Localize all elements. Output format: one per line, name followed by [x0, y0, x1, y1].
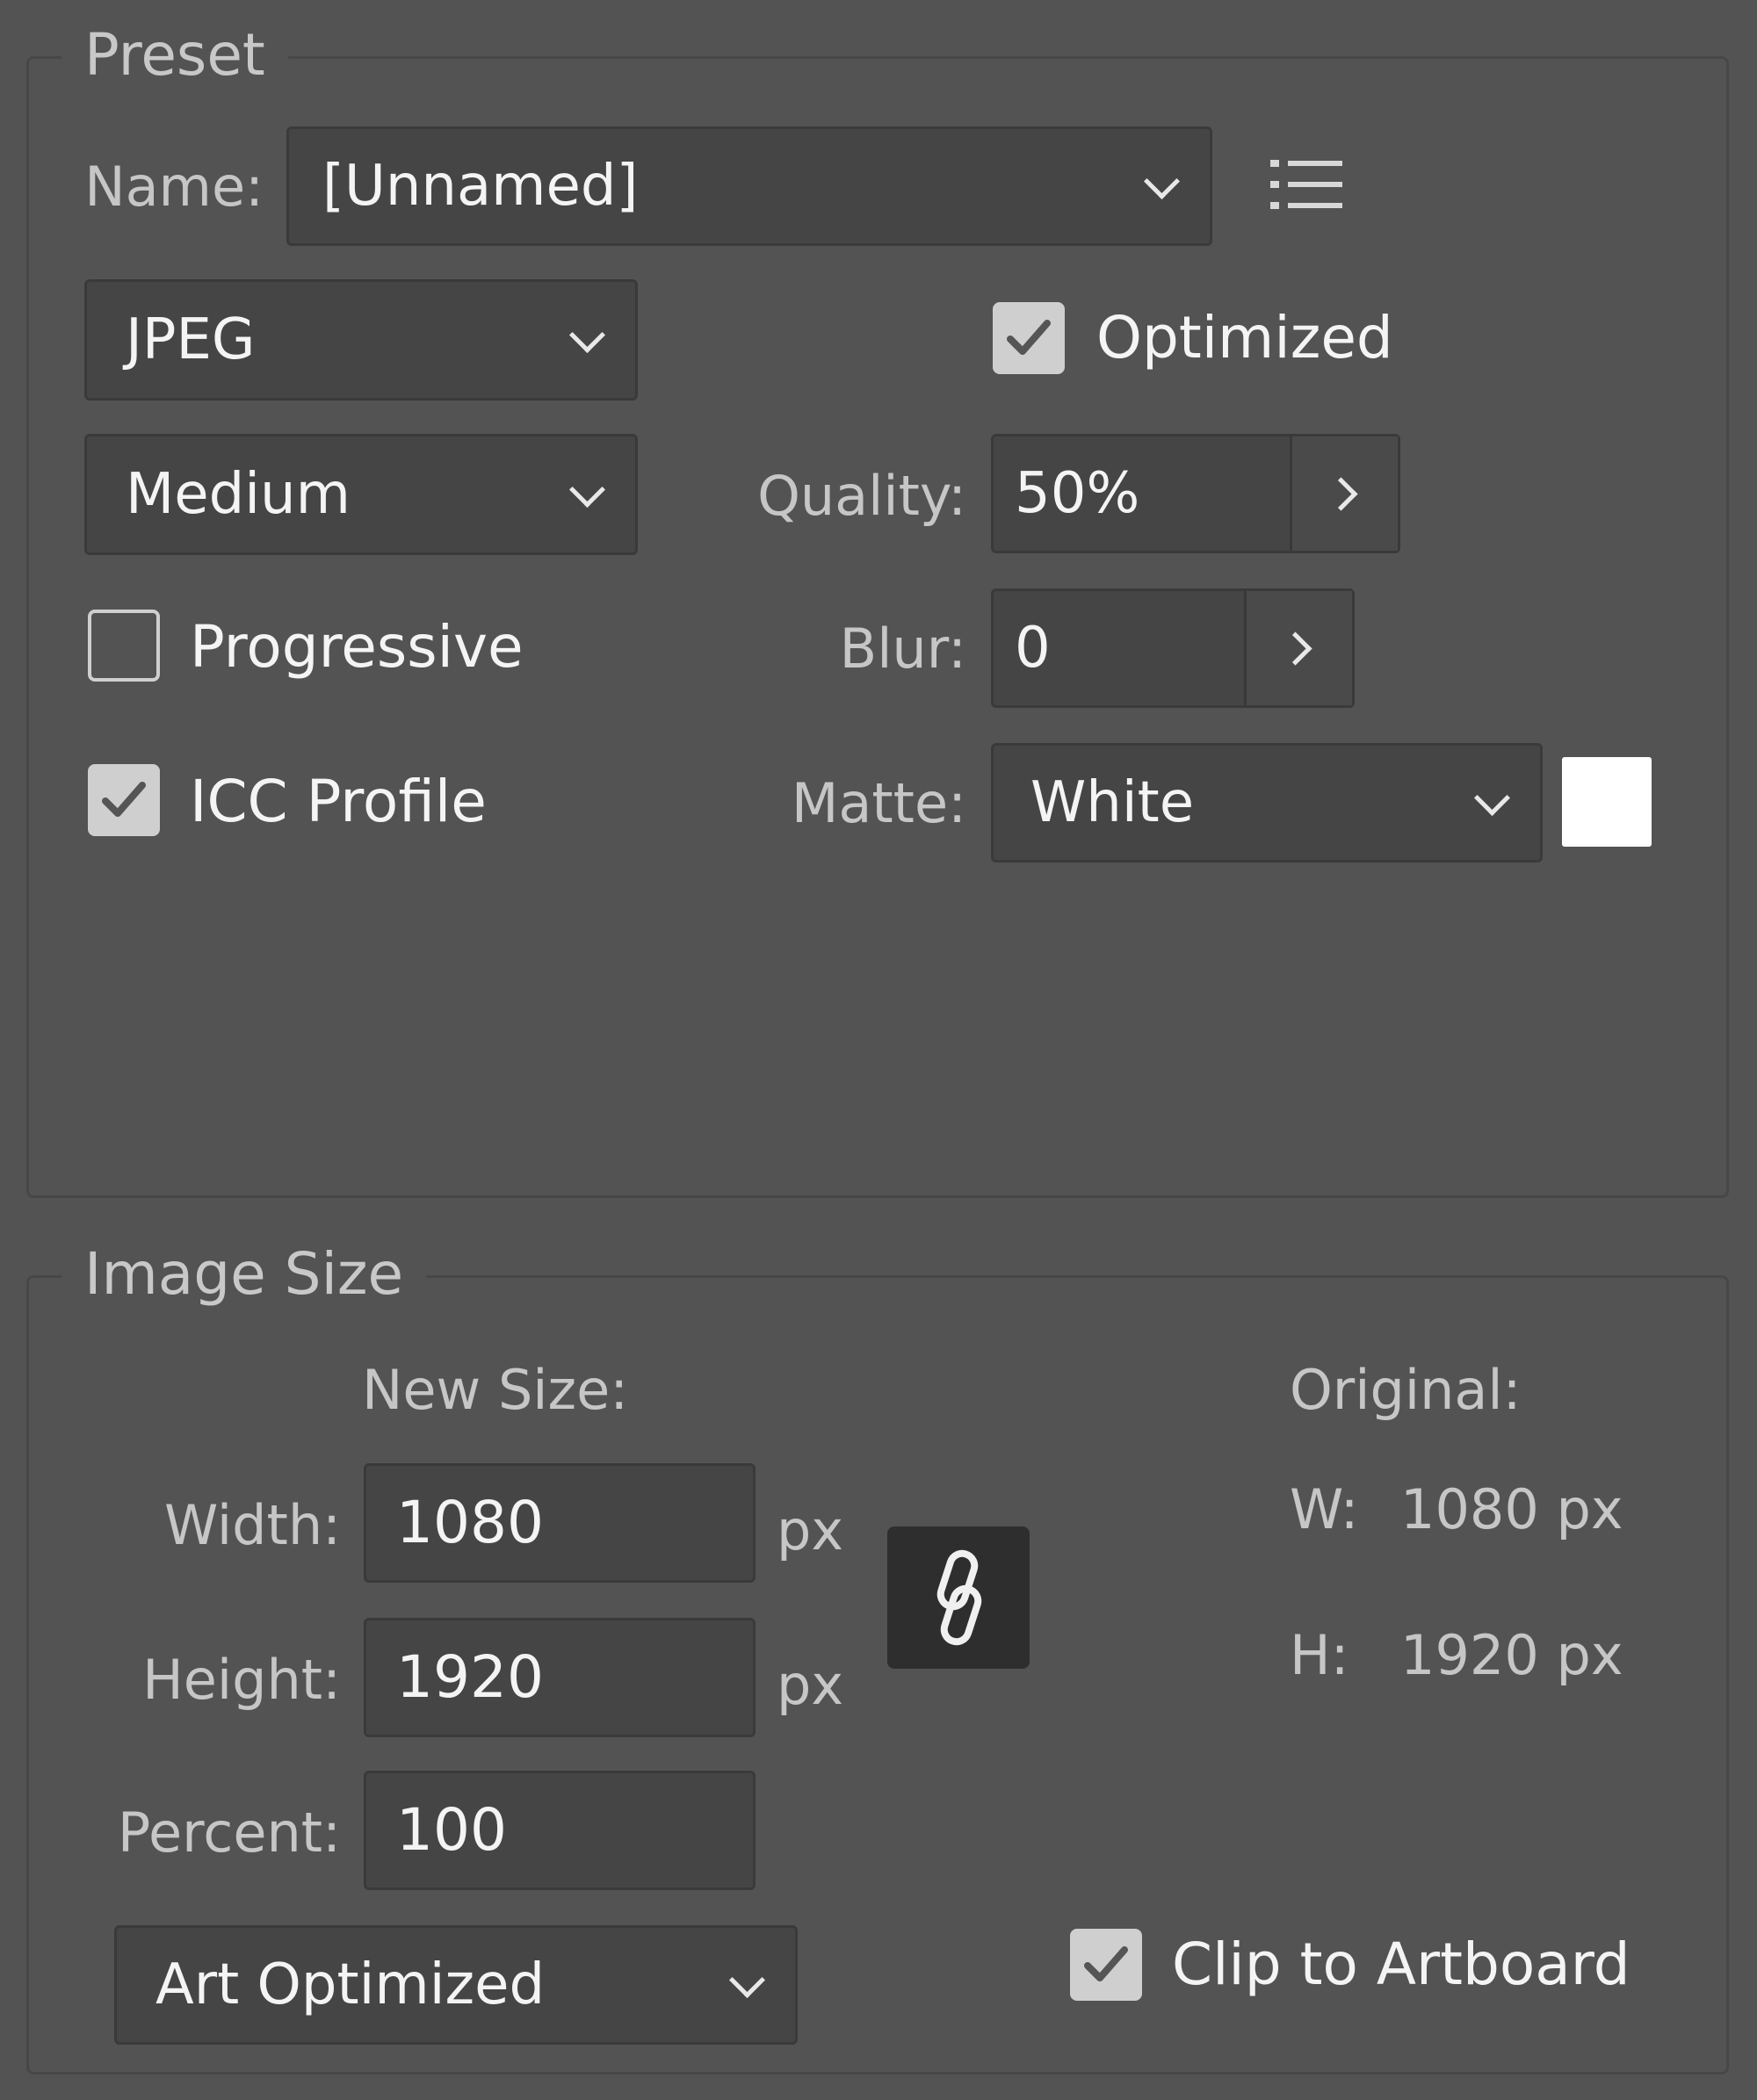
progressive-checkbox[interactable] — [88, 610, 160, 682]
list-menu-icon[interactable] — [1269, 156, 1346, 213]
icc-profile-checkbox[interactable] — [88, 764, 160, 836]
width-unit: px — [777, 1498, 844, 1562]
chevron-down-icon — [568, 471, 606, 509]
original-h-value: 1920 px — [1400, 1623, 1623, 1687]
constrain-proportions-button[interactable] — [887, 1526, 1030, 1669]
percent-label: Percent: — [117, 1801, 341, 1865]
preset-name-dropdown[interactable]: [Unnamed] — [286, 126, 1212, 246]
chevron-down-icon — [1143, 162, 1181, 200]
chevron-down-icon — [1473, 779, 1511, 817]
height-label: Height: — [142, 1648, 341, 1712]
blur-stepper[interactable]: 0 — [991, 588, 1355, 708]
preset-name-value: [Unnamed] — [322, 154, 639, 219]
blur-label: Blur: — [839, 617, 966, 681]
checkmark-icon — [1084, 1946, 1128, 1981]
matte-color-swatch[interactable] — [1562, 757, 1652, 847]
original-w-value: 1080 px — [1400, 1477, 1623, 1541]
clip-to-artboard-label: Clip to Artboard — [1172, 1930, 1630, 1998]
name-label: Name: — [84, 155, 264, 219]
image-size-legend: Image Size — [61, 1245, 427, 1303]
clip-to-artboard-checkbox[interactable] — [1070, 1929, 1142, 2001]
original-h-label: H: — [1290, 1623, 1349, 1687]
matte-dropdown[interactable]: White — [991, 743, 1543, 862]
quality-preset-value: Medium — [126, 462, 351, 527]
checkmark-icon — [102, 782, 146, 817]
width-label: Width: — [163, 1493, 341, 1557]
quality-stepper-button[interactable] — [1290, 437, 1398, 551]
quality-stepper[interactable]: 50% — [991, 434, 1400, 553]
quality-value: 50% — [1015, 461, 1140, 526]
original-label: Original: — [1290, 1358, 1522, 1422]
matte-label: Matte: — [791, 771, 966, 835]
height-unit: px — [777, 1653, 844, 1717]
width-value: 1080 — [396, 1489, 544, 1556]
width-input[interactable]: 1080 — [364, 1463, 756, 1583]
chevron-right-icon — [1324, 477, 1358, 511]
percent-value: 100 — [396, 1796, 507, 1864]
resample-dropdown[interactable]: Art Optimized — [114, 1925, 798, 2045]
blur-value: 0 — [1015, 616, 1051, 681]
optimized-label: Optimized — [1096, 304, 1393, 372]
quality-label: Quality: — [757, 464, 966, 528]
height-input[interactable]: 1920 — [364, 1618, 756, 1737]
chevron-down-icon — [728, 1961, 766, 1999]
percent-input[interactable]: 100 — [364, 1771, 756, 1890]
matte-value: White — [1030, 770, 1195, 835]
resample-value: Art Optimized — [155, 1952, 546, 2017]
optimized-checkbox[interactable] — [993, 302, 1065, 374]
height-value: 1920 — [396, 1643, 544, 1711]
format-dropdown[interactable]: JPEG — [84, 279, 638, 401]
checkmark-icon — [1007, 320, 1051, 355]
original-w-label: W: — [1290, 1477, 1359, 1541]
link-icon — [936, 1549, 982, 1646]
chevron-down-icon — [568, 316, 606, 354]
icc-profile-label: ICC Profile — [190, 768, 487, 835]
quality-preset-dropdown[interactable]: Medium — [84, 434, 638, 555]
new-size-label: New Size: — [362, 1358, 629, 1422]
chevron-right-icon — [1278, 631, 1312, 666]
progressive-label: Progressive — [190, 613, 524, 681]
blur-stepper-button[interactable] — [1244, 591, 1352, 705]
format-value: JPEG — [126, 307, 256, 372]
preset-legend: Preset — [61, 26, 288, 84]
